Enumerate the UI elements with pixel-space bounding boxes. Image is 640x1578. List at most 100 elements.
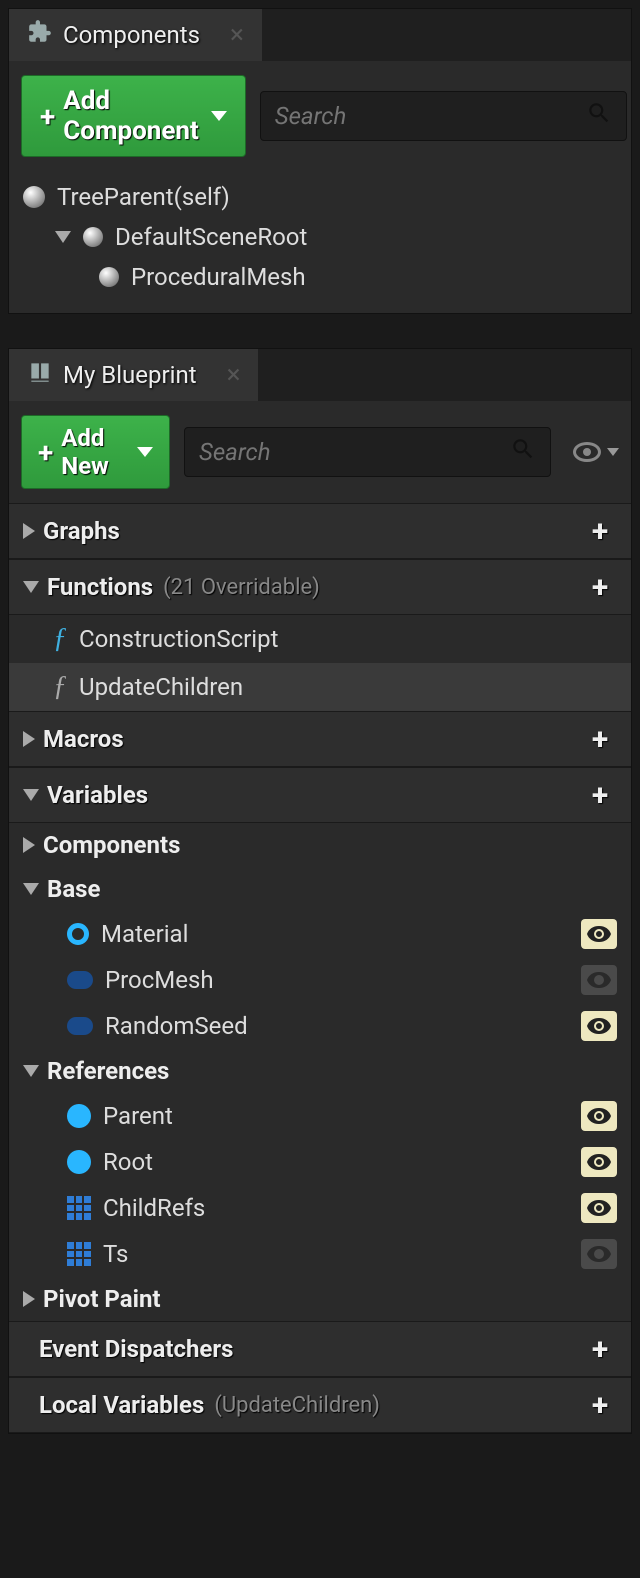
add-local-var-button[interactable]: + bbox=[583, 1388, 617, 1422]
section-event-dispatchers[interactable]: Event Dispatchers + bbox=[9, 1321, 631, 1377]
var-label: RandomSeed bbox=[105, 1012, 248, 1040]
visibility-toggle[interactable] bbox=[581, 1239, 617, 1269]
function-update-children[interactable]: ƒ UpdateChildren bbox=[9, 663, 631, 711]
tree-label: DefaultSceneRoot bbox=[115, 223, 307, 251]
var-label: Ts bbox=[103, 1240, 128, 1268]
search-icon bbox=[510, 436, 536, 468]
search-input[interactable] bbox=[275, 102, 586, 130]
blueprint-search[interactable] bbox=[184, 427, 551, 477]
var-label: Root bbox=[103, 1148, 153, 1176]
tab-bar: My Blueprint × bbox=[9, 349, 631, 401]
expand-icon[interactable] bbox=[23, 789, 39, 801]
var-proc-mesh[interactable]: ProcMesh bbox=[9, 957, 631, 1003]
tab-title: Components bbox=[63, 21, 200, 49]
visibility-toggle[interactable] bbox=[581, 1011, 617, 1041]
visibility-toggle[interactable] bbox=[581, 965, 617, 995]
my-blueprint-panel: My Blueprint × + Add New Graphs + Functi… bbox=[8, 348, 632, 1434]
var-label: Material bbox=[101, 920, 188, 948]
tab-components[interactable]: Components × bbox=[9, 9, 262, 61]
object-pill-icon bbox=[67, 1017, 93, 1035]
book-icon bbox=[27, 359, 53, 391]
plus-icon: + bbox=[38, 436, 53, 469]
array-icon bbox=[67, 1242, 91, 1266]
var-child-refs[interactable]: ChildRefs bbox=[9, 1185, 631, 1231]
puzzle-icon bbox=[27, 19, 53, 51]
add-new-button[interactable]: + Add New bbox=[21, 415, 170, 489]
section-note: (21 Overridable) bbox=[163, 575, 320, 600]
add-graph-button[interactable]: + bbox=[583, 514, 617, 548]
var-label: ProcMesh bbox=[105, 966, 214, 994]
tree-row-procedural-mesh[interactable]: ProceduralMesh bbox=[9, 257, 631, 297]
actor-icon bbox=[23, 186, 45, 208]
var-category-base[interactable]: Base bbox=[9, 867, 631, 911]
section-variables[interactable]: Variables + bbox=[9, 767, 631, 823]
expand-icon[interactable] bbox=[55, 231, 71, 243]
add-new-label: Add New bbox=[61, 424, 125, 480]
function-icon: ƒ bbox=[53, 671, 67, 703]
var-category-components[interactable]: Components bbox=[9, 823, 631, 867]
add-function-button[interactable]: + bbox=[583, 570, 617, 604]
expand-icon[interactable] bbox=[23, 1065, 39, 1077]
function-construction-script[interactable]: ƒ ConstructionScript bbox=[9, 615, 631, 663]
object-pill-icon bbox=[67, 971, 93, 989]
add-macro-button[interactable]: + bbox=[583, 722, 617, 756]
expand-icon[interactable] bbox=[23, 731, 35, 747]
add-component-label: Add Component bbox=[63, 86, 198, 146]
category-label: Pivot Paint bbox=[43, 1285, 161, 1313]
components-tree: TreeParent(self) DefaultSceneRoot Proced… bbox=[9, 171, 631, 313]
search-icon bbox=[586, 100, 612, 132]
material-icon bbox=[67, 923, 89, 945]
search-input[interactable] bbox=[199, 438, 510, 466]
components-panel: Components × + Add Component TreeParent(… bbox=[8, 8, 632, 314]
visibility-toggle[interactable] bbox=[581, 1193, 617, 1223]
expand-icon[interactable] bbox=[23, 883, 39, 895]
visibility-toggle[interactable] bbox=[581, 919, 617, 949]
var-parent[interactable]: Parent bbox=[9, 1093, 631, 1139]
add-dispatcher-button[interactable]: + bbox=[583, 1332, 617, 1366]
tab-my-blueprint[interactable]: My Blueprint × bbox=[9, 349, 258, 401]
expand-icon[interactable] bbox=[23, 581, 39, 593]
expand-icon[interactable] bbox=[23, 1291, 35, 1307]
var-ts[interactable]: Ts bbox=[9, 1231, 631, 1277]
tree-row-scene-root[interactable]: DefaultSceneRoot bbox=[9, 217, 631, 257]
plus-icon: + bbox=[40, 100, 55, 133]
section-note: (UpdateChildren) bbox=[214, 1393, 380, 1418]
components-search[interactable] bbox=[260, 91, 627, 141]
visibility-toggle[interactable] bbox=[581, 1147, 617, 1177]
var-material[interactable]: Material bbox=[9, 911, 631, 957]
section-label: Graphs bbox=[43, 517, 120, 545]
section-macros[interactable]: Macros + bbox=[9, 711, 631, 767]
expand-icon[interactable] bbox=[23, 837, 35, 853]
tab-bar: Components × bbox=[9, 9, 631, 61]
tab-title: My Blueprint bbox=[63, 361, 197, 389]
function-label: UpdateChildren bbox=[79, 673, 243, 701]
category-label: References bbox=[47, 1057, 169, 1085]
section-local-variables[interactable]: Local Variables (UpdateChildren) + bbox=[9, 1377, 631, 1433]
section-label: Macros bbox=[43, 725, 124, 753]
close-icon[interactable]: × bbox=[230, 20, 244, 50]
add-variable-button[interactable]: + bbox=[583, 778, 617, 812]
var-category-references[interactable]: References bbox=[9, 1049, 631, 1093]
eye-icon bbox=[573, 442, 601, 462]
expand-icon[interactable] bbox=[23, 523, 35, 539]
view-options-button[interactable] bbox=[573, 442, 619, 462]
var-root[interactable]: Root bbox=[9, 1139, 631, 1185]
caret-down-icon bbox=[137, 447, 153, 457]
close-icon[interactable]: × bbox=[227, 360, 241, 390]
section-graphs[interactable]: Graphs + bbox=[9, 503, 631, 559]
tree-row-self[interactable]: TreeParent(self) bbox=[9, 177, 631, 217]
section-label: Functions bbox=[47, 573, 153, 601]
var-random-seed[interactable]: RandomSeed bbox=[9, 1003, 631, 1049]
function-label: ConstructionScript bbox=[79, 625, 278, 653]
add-component-button[interactable]: + Add Component bbox=[21, 75, 246, 157]
section-label: Event Dispatchers bbox=[39, 1335, 233, 1363]
section-functions[interactable]: Functions (21 Overridable) + bbox=[9, 559, 631, 615]
tree-label: TreeParent(self) bbox=[57, 183, 230, 211]
var-label: Parent bbox=[103, 1102, 173, 1130]
var-category-pivot-paint[interactable]: Pivot Paint bbox=[9, 1277, 631, 1321]
components-toolbar: + Add Component bbox=[9, 61, 631, 171]
object-icon bbox=[67, 1150, 91, 1174]
visibility-toggle[interactable] bbox=[581, 1101, 617, 1131]
section-label: Variables bbox=[47, 781, 148, 809]
scene-icon bbox=[83, 227, 103, 247]
